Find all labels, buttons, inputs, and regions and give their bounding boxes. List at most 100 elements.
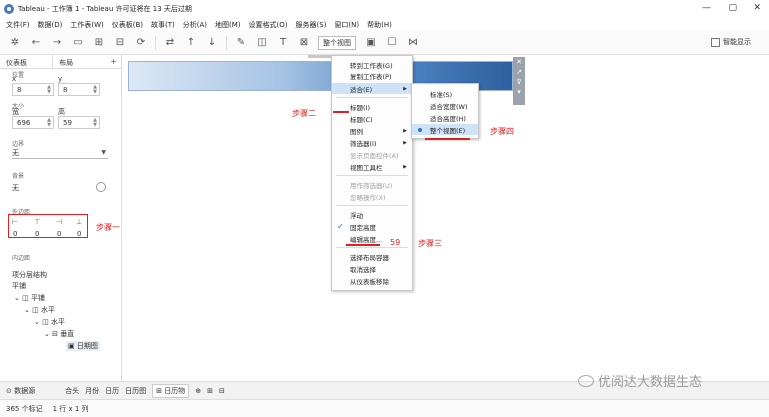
highlight-icon[interactable]: ✎ (234, 36, 248, 50)
menu-item-deselect[interactable]: 取消选择 (332, 263, 412, 274)
tree-label: 水平 (50, 318, 65, 326)
menu-worksheet[interactable]: 工作表(W) (70, 20, 103, 30)
forward-icon[interactable]: → (50, 36, 64, 50)
menu-item-legend[interactable]: 图例 ▶ (332, 125, 412, 136)
tree-item-calendar[interactable]: ▣ 日期图 (66, 341, 100, 351)
more-options-icon[interactable]: ▾ (517, 87, 521, 97)
width-spinner-icon[interactable]: ▲ ▼ (47, 118, 51, 128)
y-input[interactable]: 8 ▲ ▼ (58, 83, 100, 96)
tab-dashboard[interactable]: 仪表板 (0, 55, 54, 68)
menu-item-floating[interactable]: 浮动 (332, 209, 412, 220)
submenu-item-entire-view[interactable]: 整个视图(E) (412, 124, 478, 135)
menu-map[interactable]: 地图(M) (215, 20, 241, 30)
sheet-tab-active[interactable]: ⊞ 日历物 (152, 383, 190, 398)
sheet-tab[interactable]: 合头 (65, 386, 79, 396)
smart-show-label: 智能显示 (723, 38, 751, 46)
menu-server[interactable]: 服务器(S) (296, 20, 327, 30)
padding-left-icon[interactable]: ⊢ (12, 218, 18, 226)
sheet-tab[interactable]: 日历 (105, 386, 119, 396)
close-zone-icon[interactable]: ✕ (516, 57, 522, 67)
menu-item-caption[interactable]: 标题(C) (332, 113, 412, 124)
tree-item-horizontal[interactable]: ⌄ ◫ 水平 (24, 305, 55, 315)
padding-bottom-icon[interactable]: ⊥ (76, 218, 82, 226)
menu-item-fixed-height[interactable]: ✓ 固定高度 (332, 221, 412, 232)
x-input[interactable]: 8 ▲ ▼ (12, 83, 54, 96)
group-icon[interactable]: ◫ (255, 36, 269, 50)
submenu-item-standard[interactable]: 标准(S) (412, 88, 478, 99)
border-select[interactable]: 无 ▼ (12, 147, 108, 159)
menu-item-label: 筛选器(I) (350, 139, 377, 148)
background-select[interactable]: 无 (12, 182, 108, 194)
menu-data[interactable]: 数据(D) (38, 20, 63, 30)
tableau-home-icon[interactable]: ✲ (8, 36, 22, 50)
menu-item-fit[interactable]: 适合(E) ▶ (332, 83, 412, 94)
menu-analysis[interactable]: 分析(A) (183, 20, 207, 30)
label-icon[interactable]: T (276, 36, 290, 50)
menu-item-label: 视图工具栏 (350, 163, 383, 172)
menu-item-go-to-sheet[interactable]: 转到工作表(G) (332, 59, 412, 70)
menu-file[interactable]: 文件(F) (6, 20, 30, 30)
show-cards-icon[interactable]: ☐ (385, 36, 399, 50)
submenu-item-fit-width[interactable]: 适合宽度(W) (412, 100, 478, 111)
padding-top-value[interactable]: 0 (35, 230, 39, 238)
smart-show-button[interactable]: 智能显示 (711, 37, 751, 47)
annotation-step4: 步骤四 (490, 127, 514, 136)
tree-root[interactable]: 平铺 (12, 281, 26, 291)
y-spinner-icon[interactable]: ▲ ▼ (93, 85, 97, 95)
sheet-tab[interactable]: 日历图 (125, 386, 146, 396)
close-button[interactable]: ✕ (753, 3, 761, 13)
fit-submenu: 标准(S) 适合宽度(W) 适合高度(H) 整个视图(E) (411, 83, 479, 139)
swap-icon[interactable]: ⇄ (163, 36, 177, 50)
width-input[interactable]: 696 ▲ ▼ (12, 116, 54, 129)
sheet-tab[interactable]: 月份 (85, 386, 99, 396)
sort-desc-icon[interactable]: ↓ (205, 36, 219, 50)
view-fit-select[interactable]: 整个视图 (318, 35, 356, 50)
color-picker-icon[interactable] (96, 182, 106, 192)
refresh-icon[interactable]: ⟳ (134, 36, 148, 50)
padding-left-value[interactable]: 0 (13, 230, 17, 238)
maximize-button[interactable]: ▢ (728, 3, 737, 13)
new-worksheet-icon[interactable]: ⊕ (195, 387, 201, 395)
save-icon[interactable]: ▭ (71, 36, 85, 50)
minimize-button[interactable]: — (702, 3, 711, 13)
back-icon[interactable]: ← (29, 36, 43, 50)
presentation-icon[interactable]: ▣ (364, 36, 378, 50)
x-spinner-icon[interactable]: ▲ ▼ (47, 85, 51, 95)
add-tab-button[interactable]: + (106, 55, 121, 68)
menu-story[interactable]: 故事(T) (151, 20, 175, 30)
menu-dashboard[interactable]: 仪表板(B) (112, 20, 143, 30)
padding-bottom-value[interactable]: 0 (77, 230, 81, 238)
side-panel-tabs: 仪表板 布局 + (0, 55, 121, 69)
padding-top-icon[interactable]: ⊤ (34, 218, 40, 226)
tab-datasource[interactable]: ⊙ 数据源 (6, 386, 35, 396)
new-dashboard-icon[interactable]: ⊞ (207, 387, 213, 395)
tab-layout[interactable]: 布局 (53, 55, 106, 68)
new-sheet-icon[interactable]: ⊟ (113, 36, 127, 50)
new-datasource-icon[interactable]: ⊞ (92, 36, 106, 50)
menu-format[interactable]: 设置格式(O) (249, 20, 288, 30)
tree-item-tiled[interactable]: ⌄ ◫ 平铺 (14, 293, 45, 303)
share-icon[interactable]: ⋈ (406, 36, 420, 50)
menu-item-duplicate-sheet[interactable]: 复制工作表(P) (332, 70, 412, 81)
go-to-sheet-icon[interactable]: ↗ (516, 67, 522, 77)
menu-item-filters[interactable]: 筛选器(I) ▶ (332, 137, 412, 148)
padding-right-value[interactable]: 0 (57, 230, 61, 238)
menu-item-select-layout-container[interactable]: 选择布局容器 (332, 251, 412, 262)
filter-icon[interactable]: ⊽ (516, 77, 521, 87)
menu-window[interactable]: 窗口(N) (334, 20, 359, 30)
menu-item-view-toolbar[interactable]: 视图工具栏 ▶ (332, 161, 412, 172)
sort-asc-icon[interactable]: ↑ (184, 36, 198, 50)
chevron-right-icon: ▶ (403, 163, 407, 170)
menu-item-label: 选择布局容器 (350, 253, 389, 262)
menu-help[interactable]: 帮助(H) (367, 20, 392, 30)
tree-item-horizontal-2[interactable]: ⌄ ◫ 水平 (34, 317, 65, 327)
submenu-item-fit-height[interactable]: 适合高度(H) (412, 112, 478, 123)
height-spinner-icon[interactable]: ▲ ▼ (93, 118, 97, 128)
height-input[interactable]: 59 ▲ ▼ (58, 116, 100, 129)
padding-right-icon[interactable]: ⊣ (56, 218, 62, 226)
checkmark-icon: ✓ (337, 222, 344, 231)
new-story-icon[interactable]: ⊟ (219, 387, 225, 395)
fix-axes-icon[interactable]: ⊠ (297, 36, 311, 50)
menu-item-remove-from-dashboard[interactable]: 从仪表板移除 (332, 275, 412, 286)
tree-item-vertical[interactable]: ⌄ ⊟ 垂直 (44, 329, 74, 339)
